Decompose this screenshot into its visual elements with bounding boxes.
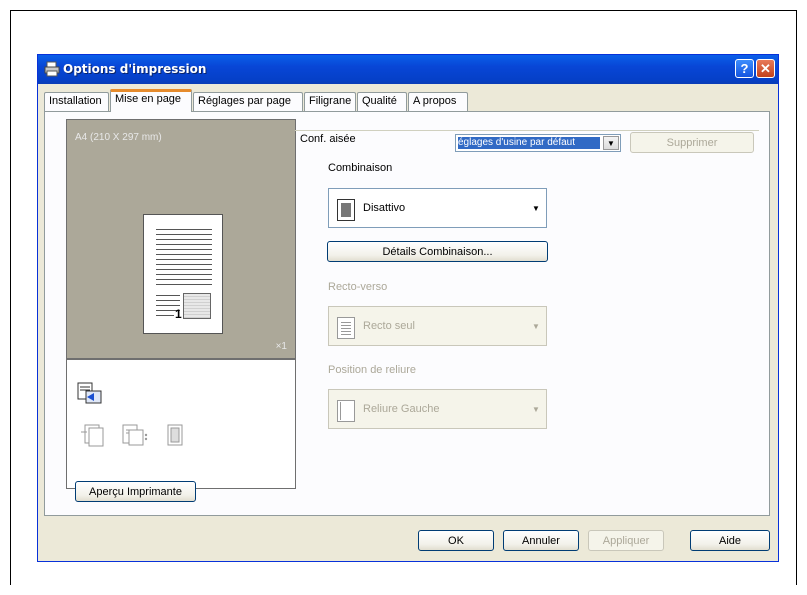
text-line xyxy=(156,249,212,250)
tab-reglages-par-page[interactable]: Réglages par page xyxy=(193,92,303,111)
text-line xyxy=(156,284,212,285)
close-icon: ✕ xyxy=(760,60,771,76)
text-line xyxy=(156,234,212,235)
apply-button[interactable]: Appliquer xyxy=(588,530,664,551)
printer-view xyxy=(66,359,296,489)
ok-button[interactable]: OK xyxy=(418,530,494,551)
easy-set-value: églages d'usine par défaut xyxy=(458,137,600,149)
text-line xyxy=(156,274,212,275)
text-line xyxy=(156,315,174,316)
combination-label: Combinaison xyxy=(328,162,393,174)
chevron-down-icon[interactable]: ▼ xyxy=(528,309,544,343)
delete-button[interactable]: Supprimer xyxy=(630,132,754,153)
text-line xyxy=(156,239,212,240)
print-options-dialog: Options d'impression ? ✕ Installation Mi… xyxy=(37,54,779,562)
close-button[interactable]: ✕ xyxy=(756,59,775,78)
tab-installation[interactable]: Installation xyxy=(44,92,109,111)
paper-size-label: A4 (210 X 297 mm) xyxy=(75,132,162,143)
duplex-label: Recto-verso xyxy=(328,281,388,293)
paper-sheet: 1 xyxy=(143,214,223,334)
title-bar: Options d'impression ? ✕ xyxy=(38,55,778,84)
page-preview: A4 (210 X 297 mm) 1 ×1 xyxy=(66,119,296,359)
easy-set-label: Conf. aisée xyxy=(300,133,356,145)
binding-label: Position de reliure xyxy=(328,364,417,376)
combination-value: Disattivo xyxy=(363,202,406,214)
text-line xyxy=(156,254,212,255)
tab-qualite[interactable]: Qualité xyxy=(357,92,407,111)
printer-preview-button[interactable]: Aperçu Imprimante xyxy=(75,481,196,502)
combination-select[interactable]: Disattivo ▼ xyxy=(328,188,547,228)
tab-a-propos[interactable]: A propos xyxy=(408,92,468,111)
text-line xyxy=(156,244,212,245)
text-line xyxy=(156,305,180,306)
overlay-thumbnail xyxy=(183,293,211,319)
duplex-value: Recto seul xyxy=(363,320,415,332)
chevron-down-icon[interactable]: ▼ xyxy=(528,191,544,225)
booklet-icon xyxy=(167,424,183,446)
copies-label: ×1 xyxy=(275,341,287,352)
tab-filigrane[interactable]: Filigrane xyxy=(304,92,356,111)
punch-icon xyxy=(122,424,148,446)
text-line xyxy=(156,295,180,296)
help-button[interactable]: Aide xyxy=(690,530,770,551)
staple-icon xyxy=(81,424,104,447)
printer-output-icon xyxy=(77,382,102,404)
page-layout-icon xyxy=(337,199,355,221)
binding-select[interactable]: Reliure Gauche ▼ xyxy=(328,389,547,429)
duplex-select[interactable]: Recto seul ▼ xyxy=(328,306,547,346)
single-sided-icon xyxy=(337,317,355,339)
help-title-button[interactable]: ? xyxy=(735,59,754,78)
text-line xyxy=(156,279,212,280)
combination-details-button[interactable]: Détails Combinaison... xyxy=(327,241,548,262)
binding-value: Reliure Gauche xyxy=(363,403,440,415)
text-line xyxy=(156,259,212,260)
text-line xyxy=(156,264,212,265)
separator xyxy=(295,130,759,131)
binding-left-icon xyxy=(337,400,355,422)
easy-set-select[interactable]: églages d'usine par défaut ▼ xyxy=(455,134,621,152)
text-line xyxy=(156,300,180,301)
window-title: Options d'impression xyxy=(63,62,207,76)
text-line xyxy=(156,269,212,270)
page-number: 1 xyxy=(175,307,182,321)
chevron-down-icon[interactable]: ▼ xyxy=(528,392,544,426)
cancel-button[interactable]: Annuler xyxy=(503,530,579,551)
text-line xyxy=(156,229,212,230)
tab-mise-en-page[interactable]: Mise en page xyxy=(110,89,192,112)
chevron-down-icon[interactable]: ▼ xyxy=(603,136,619,150)
printer-icon xyxy=(44,61,60,77)
question-icon: ? xyxy=(740,61,749,76)
